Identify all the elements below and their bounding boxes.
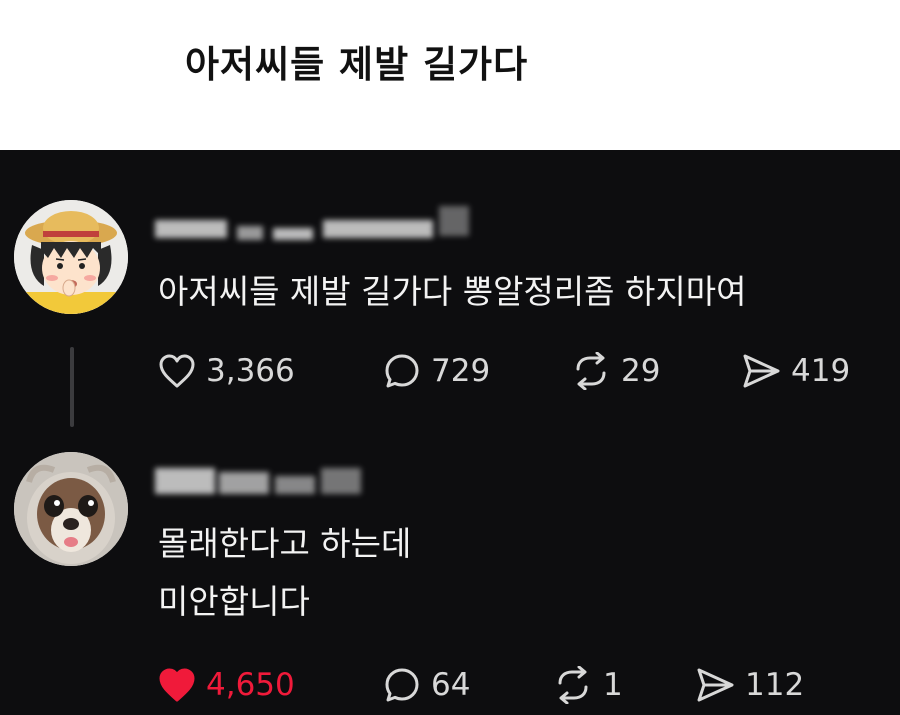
repost-count: 29 bbox=[621, 353, 661, 389]
repost-button[interactable]: 1 bbox=[553, 659, 623, 711]
post-text: 아저씨들 제발 길가다 뽕알정리좀 하지마여 bbox=[158, 272, 747, 311]
send-icon bbox=[697, 668, 734, 702]
page-title: 아저씨들 제발 길가다 bbox=[185, 43, 529, 86]
repost-icon bbox=[558, 666, 588, 704]
reply-count: 64 bbox=[431, 667, 471, 703]
page-header: 아저씨들 제발 길가다 bbox=[0, 0, 900, 150]
post-actions: 4,650 64 1 112 bbox=[158, 659, 898, 711]
post-text: 몰래한다고 하는데 미안합니다 bbox=[158, 524, 412, 621]
reply-button[interactable]: 64 bbox=[383, 659, 470, 711]
share-button[interactable]: 112 bbox=[695, 659, 804, 711]
reply-button[interactable]: 729 bbox=[383, 345, 490, 397]
reply-count: 729 bbox=[431, 353, 491, 389]
share-button[interactable]: 419 bbox=[741, 345, 850, 397]
dog-avatar-image bbox=[14, 452, 128, 566]
like-button[interactable]: 4,650 bbox=[158, 659, 295, 711]
cartoon-girl-avatar-image bbox=[14, 200, 128, 314]
share-count: 419 bbox=[791, 353, 851, 389]
share-count: 112 bbox=[745, 667, 805, 703]
repost-button[interactable]: 29 bbox=[571, 345, 660, 397]
avatar[interactable] bbox=[14, 452, 128, 566]
like-count: 4,650 bbox=[206, 667, 295, 703]
repost-count: 1 bbox=[603, 667, 623, 703]
username-blurred[interactable] bbox=[155, 458, 475, 504]
speech-bubble-icon bbox=[385, 354, 419, 388]
thread-connector-line bbox=[70, 347, 74, 427]
heart-filled-icon bbox=[159, 668, 195, 702]
like-button[interactable]: 3,366 bbox=[158, 345, 295, 397]
username-blurred[interactable] bbox=[155, 206, 475, 252]
avatar[interactable] bbox=[14, 200, 128, 314]
repost-icon bbox=[576, 352, 606, 390]
like-count: 3,366 bbox=[206, 353, 295, 389]
heart-icon bbox=[159, 354, 195, 388]
speech-bubble-icon bbox=[385, 668, 419, 702]
post-actions: 3,366 729 29 419 bbox=[158, 345, 898, 397]
thread-feed: 아저씨들 제발 길가다 뽕알정리좀 하지마여 3,366 729 29 419 … bbox=[0, 150, 900, 715]
send-icon bbox=[743, 354, 780, 388]
